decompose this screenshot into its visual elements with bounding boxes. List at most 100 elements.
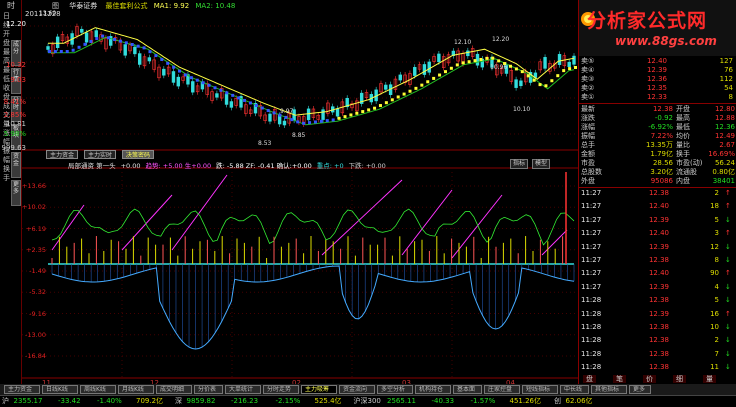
band-marker (183, 73, 187, 77)
tick-volume: 7 (714, 349, 719, 358)
arrow-down-icon: ↓ (725, 323, 731, 331)
band-marker (497, 59, 501, 63)
stat-row: 市盈 28.56 市盈(动) 56.24 (581, 159, 735, 168)
band-marker (254, 103, 258, 107)
ask-label: 卖⑤ (581, 57, 595, 65)
status-item: 2565.11 (387, 397, 416, 405)
bottom-tab[interactable]: 基本面 (453, 385, 482, 394)
stat-row: 最新 12.38 开盘 12.80 (581, 105, 735, 114)
candle-body (306, 108, 311, 121)
band-marker (508, 64, 512, 68)
band-marker (219, 88, 223, 92)
band-marker (290, 118, 294, 122)
ask-label: 卖④ (581, 66, 595, 74)
bottom-tab[interactable]: 多空分析 (377, 385, 413, 394)
indicator-axis-label: -5.32 (29, 288, 46, 297)
indicator-value: +0.00 (120, 162, 141, 170)
indicator-left-button[interactable]: 指标 (510, 159, 529, 169)
band-marker (142, 46, 146, 50)
stat-value: -0.92 (654, 114, 673, 122)
indicator-tab[interactable]: 主力资金 (46, 150, 79, 159)
status-item: 沪 (2, 397, 9, 405)
main-chart-area[interactable]: 图 华泰证券 最佳套利公式 MA1: 9.92 MA2: 10.48 20111… (2, 0, 578, 387)
bottom-tab[interactable]: 庄家控盘 (484, 385, 520, 394)
time-label: 时 (7, 1, 15, 10)
tick-volume: 2 (714, 189, 719, 197)
bottom-tab[interactable]: 机构持仓 (415, 385, 451, 394)
tick-time: 11:27 (581, 282, 602, 291)
band-marker (520, 70, 524, 74)
left-sidebar: 时 日线 开盘 最高 最低 收盘 成交量 涨幅 振幅 换手 成分 行情 分时 板块 资金… (0, 0, 22, 384)
tick-time: 11:28 (581, 349, 602, 358)
bottom-tab[interactable]: 大单统计 (225, 385, 261, 394)
band-marker (313, 120, 317, 124)
arrow-down-icon: ↓ (725, 256, 731, 264)
candle-body (55, 36, 60, 49)
quote-view-tab[interactable]: 笔 (613, 375, 626, 383)
bottom-tab[interactable]: 更多 (629, 385, 651, 394)
tick-price: 12.39 (648, 282, 669, 291)
band-marker (124, 41, 128, 45)
band-marker (243, 98, 247, 102)
tick-volume: 10 (710, 323, 719, 331)
candle-body (162, 68, 166, 76)
bottom-tab[interactable]: 月线K线 (118, 385, 154, 394)
bottom-tab[interactable]: 主力资金 (4, 385, 40, 394)
quote-view-tab[interactable]: 盘 (583, 375, 596, 383)
logo-banner: 分析家公式网 www.88gs.com (579, 0, 736, 56)
price-axis-label: 10.81 (5, 120, 26, 129)
quote-view-tab[interactable]: 量 (703, 375, 716, 383)
band-marker (378, 104, 382, 108)
price-annotation: 12.10 (454, 39, 472, 46)
candle-body (413, 67, 417, 76)
indicator-tab[interactable]: 主力实时 (84, 150, 117, 159)
bottom-tab[interactable]: 短线指标 (522, 385, 558, 394)
band-marker (438, 73, 442, 77)
stat-value: 38401 (712, 177, 735, 185)
indicator-tab[interactable]: 决策密码 (122, 150, 155, 159)
tick-price: 12.40 (648, 202, 669, 211)
stat-label: 最新 (581, 105, 595, 113)
kline-chart[interactable] (22, 0, 578, 384)
tick-row: 11:28 12.38 5 ↓ (581, 296, 735, 305)
candle-body (543, 57, 547, 69)
band-marker (284, 115, 288, 119)
price-axis-label: 12.20 (5, 20, 26, 28)
band-marker (526, 74, 530, 78)
bottom-tab[interactable]: 日线K线 (42, 385, 78, 394)
bottom-tab[interactable]: 成交明细 (156, 385, 192, 394)
arrow-down-icon: ↓ (725, 242, 731, 251)
chart-prefix: 图 (52, 2, 59, 10)
tick-time: 11:27 (581, 242, 602, 251)
left-tab[interactable]: 资金 (11, 152, 21, 178)
arrow-down-icon: ↓ (725, 296, 731, 305)
candle-body (80, 28, 84, 33)
candle-body (282, 120, 287, 126)
status-item: -1.57% (470, 397, 496, 405)
stat-label: 内盘 (676, 177, 690, 185)
candle-body (268, 113, 272, 122)
status-item: -33.42 (58, 397, 81, 405)
stat-row: 涨跌 -0.92 最高 12.88 (581, 114, 735, 123)
candle-body (215, 93, 219, 98)
band-marker (130, 42, 134, 46)
stat-label: 市盈 (581, 159, 595, 167)
price-axis-label: 999.63 (1, 144, 27, 152)
bottom-tab[interactable]: 分时走势 (263, 385, 299, 394)
bottom-tab[interactable]: 周线K线 (80, 385, 116, 394)
candle-body (191, 81, 195, 93)
bottom-tab[interactable]: 主力吸筹 (301, 385, 337, 394)
bottom-tab[interactable]: 中长线 (560, 385, 589, 394)
quote-view-tab[interactable]: 细 (673, 375, 686, 383)
stat-value: 2.67 (719, 141, 735, 149)
bottom-tab[interactable]: 资金流向 (339, 385, 375, 394)
band-marker (479, 57, 483, 61)
stat-row: 振幅 7.22% 均价 12.49 (581, 132, 735, 141)
band-marker (172, 65, 176, 69)
quote-view-tab[interactable]: 价 (643, 375, 656, 383)
band-marker (432, 76, 436, 80)
indicator-right-button[interactable]: 模型 (532, 159, 551, 169)
indicator-magenta-line (321, 179, 403, 256)
bottom-tab[interactable]: 分价表 (194, 385, 223, 394)
bottom-tab[interactable]: 其他指标 (591, 385, 627, 394)
